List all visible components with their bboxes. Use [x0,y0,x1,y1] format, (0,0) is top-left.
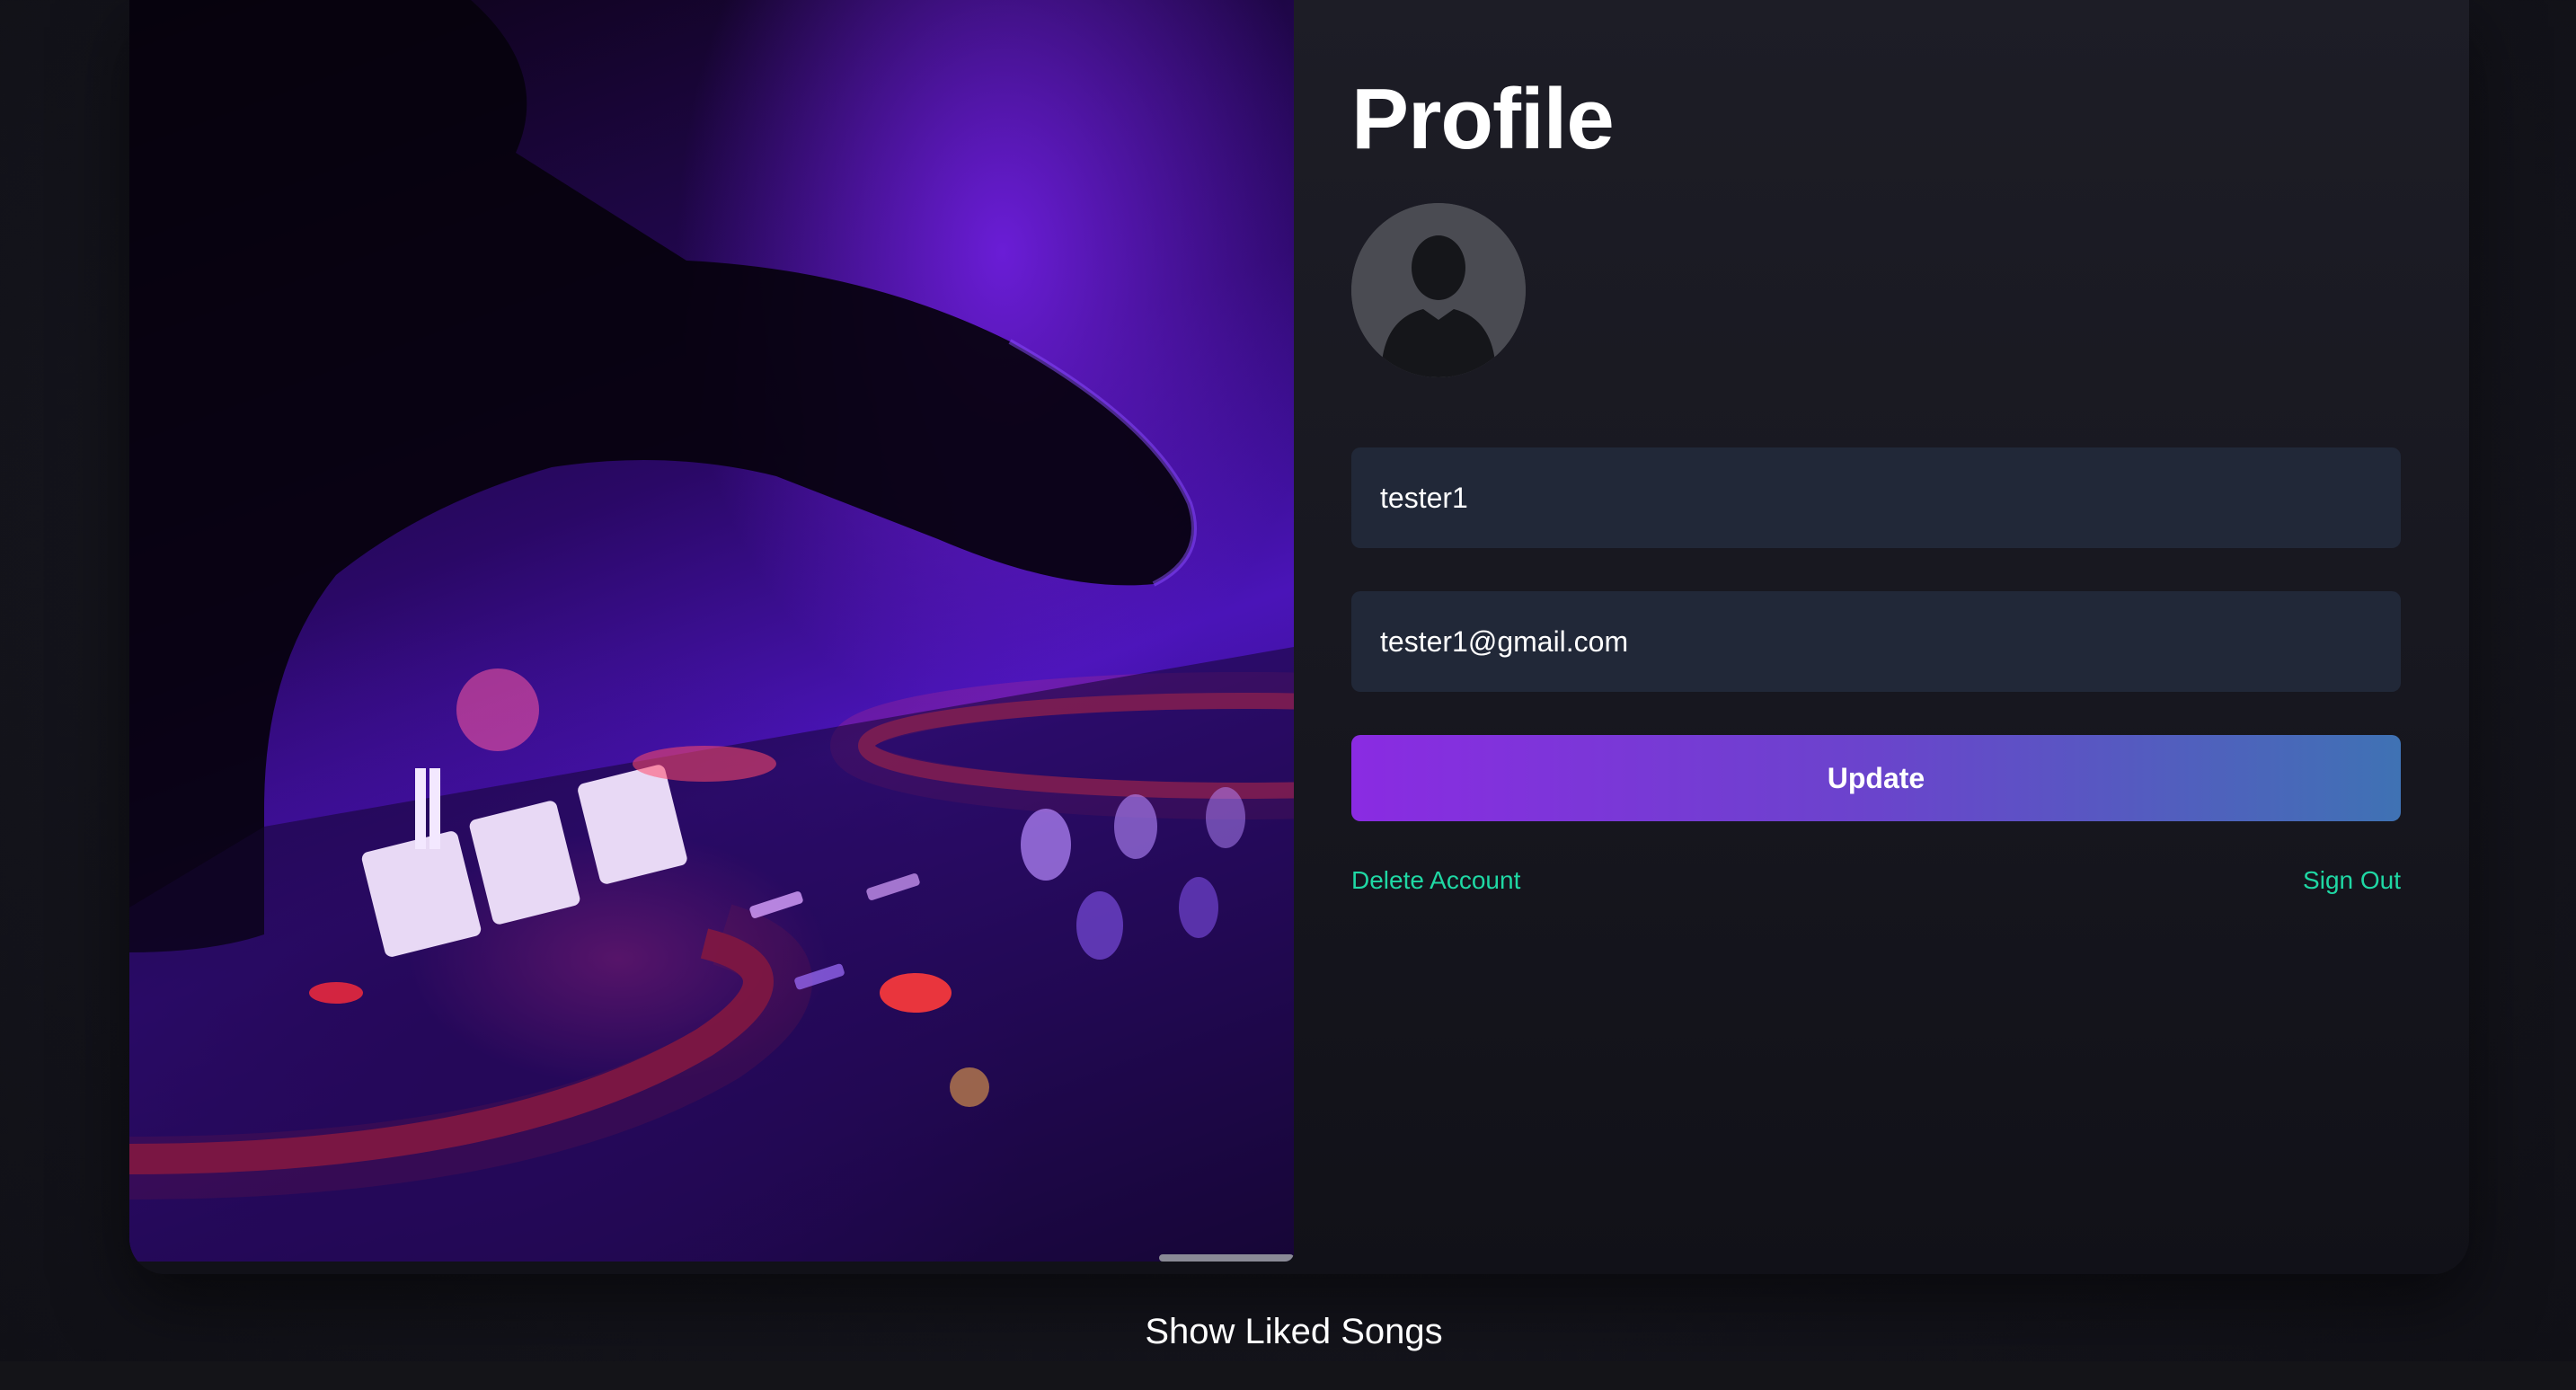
email-field[interactable] [1351,591,2401,692]
delete-account-link[interactable]: Delete Account [1351,866,1520,895]
image-scrollbar[interactable] [1159,1254,1294,1262]
sign-out-link[interactable]: Sign Out [2303,866,2401,895]
update-button[interactable]: Update [1351,735,2401,821]
username-field[interactable] [1351,447,2401,548]
profile-panel: Profile Update Delete Account Sign Out [1351,0,2401,988]
avatar[interactable] [1351,203,1526,377]
user-silhouette-icon [1351,203,1526,377]
bottom-bar [0,1361,2576,1390]
show-liked-songs-button[interactable]: Show Liked Songs [0,1312,2576,1352]
hero-artwork [129,0,1294,1262]
page-title: Profile [1351,71,1615,167]
dj-controller-image [129,0,1294,1262]
profile-card: Profile Update Delete Account Sign Out [129,0,2469,1274]
